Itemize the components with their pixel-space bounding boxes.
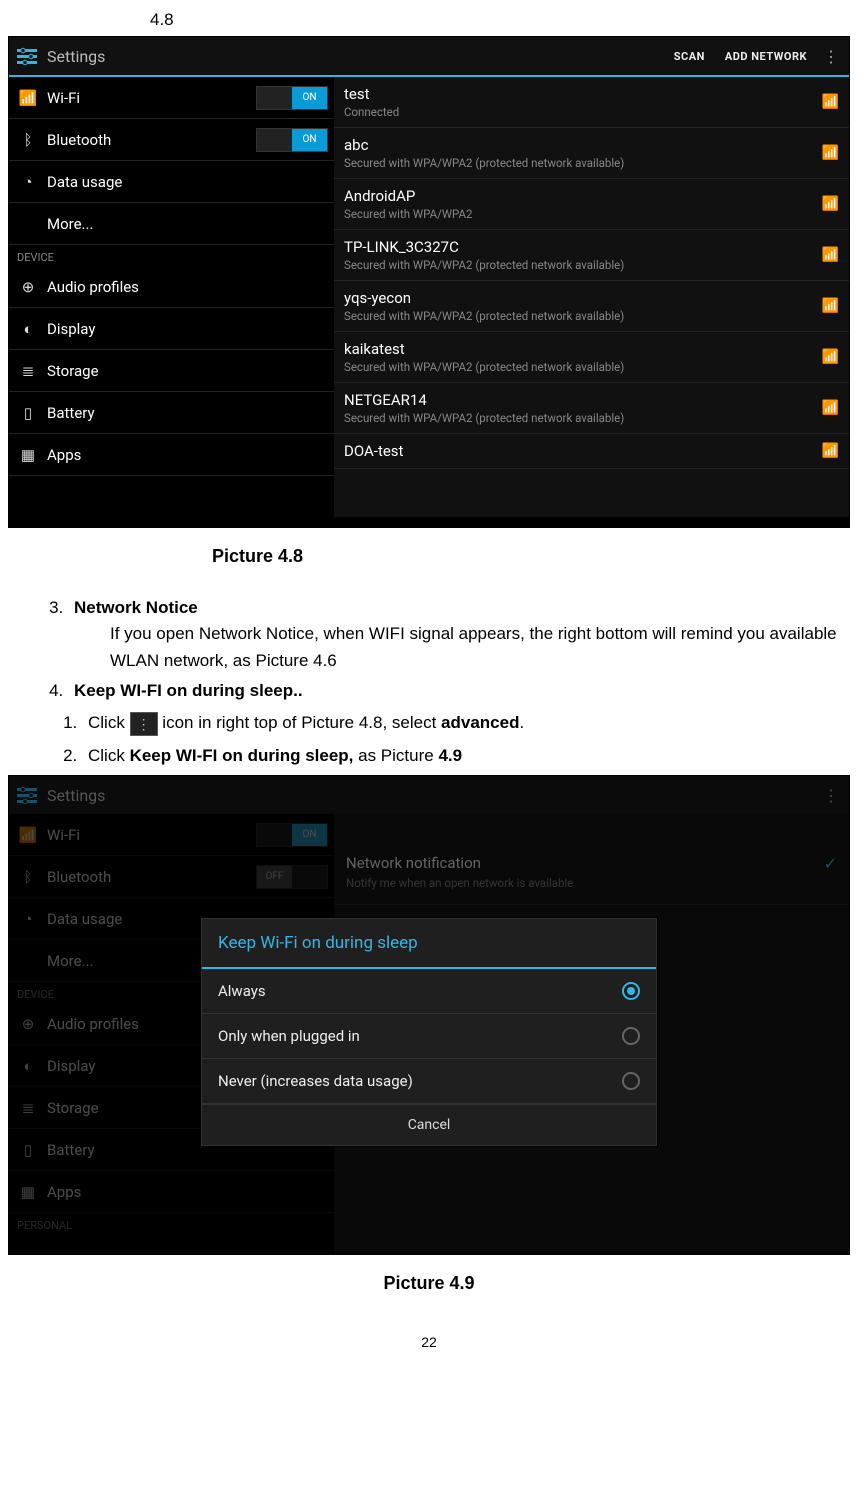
figure1-caption: Picture 4.8 [212, 546, 858, 567]
app-header: Settings SCAN ADD NETWORK ⋮ [9, 37, 849, 77]
network-name: test [344, 85, 822, 103]
wifi-network-item[interactable]: DOA-test📶 [334, 434, 849, 469]
network-name: yqs-yecon [344, 289, 822, 307]
sidebar-item-audio[interactable]: ⊕ Audio profiles [9, 266, 334, 308]
keep-wifi-dialog: Keep Wi-Fi on during sleep Always Only w… [201, 918, 657, 1146]
wifi-network-item[interactable]: test Connected📶 [334, 77, 849, 128]
sidebar-item-display[interactable]: ◐ Display [9, 308, 334, 350]
wifi-network-item[interactable]: AndroidAP Secured with WPA/WPA2📶 [334, 179, 849, 230]
network-name: DOA-test [344, 442, 822, 460]
radio-icon [622, 982, 640, 1000]
wifi-network-item[interactable]: abc Secured with WPA/WPA2 (protected netw… [334, 128, 849, 179]
wifi-network-item[interactable]: NETGEAR14 Secured with WPA/WPA2 (protecte… [334, 383, 849, 434]
settings-sidebar: 📶 Wi-Fi ON ᛒ Bluetooth ON ◔ Data usage M… [9, 77, 334, 517]
section-ref: 4.8 [150, 10, 858, 30]
wifi-signal-icon: 📶 [822, 349, 839, 365]
page-number: 22 [0, 1334, 858, 1350]
bluetooth-icon: ᛒ [15, 131, 41, 149]
network-status: Secured with WPA/WPA2 (protected network… [344, 156, 822, 170]
dialog-title: Keep Wi-Fi on during sleep [202, 919, 656, 969]
network-name: AndroidAP [344, 187, 822, 205]
more-label: More... [41, 215, 334, 233]
data-usage-label: Data usage [41, 173, 334, 191]
sidebar-item-more[interactable]: More... [9, 203, 334, 245]
sub-step-1: Click ⋮ icon in right top of Picture 4.8… [82, 710, 858, 736]
battery-icon: ▯ [15, 404, 41, 422]
radio-icon [622, 1027, 640, 1045]
radio-icon [622, 1072, 640, 1090]
network-status: Secured with WPA/WPA2 (protected network… [344, 411, 822, 425]
network-status: Secured with WPA/WPA2 (protected network… [344, 309, 822, 323]
wifi-signal-icon: 📶 [822, 247, 839, 263]
item3-title: Network Notice [74, 598, 198, 617]
audio-icon: ⊕ [15, 278, 41, 296]
bluetooth-toggle[interactable]: ON [256, 128, 328, 152]
network-status: Connected [344, 105, 822, 119]
wifi-signal-icon: 📶 [822, 94, 839, 110]
storage-icon: ≣ [15, 362, 41, 380]
screenshot-settings-wifi: Settings SCAN ADD NETWORK ⋮ 📶 Wi-Fi ON ᛒ… [8, 36, 850, 528]
wifi-signal-icon: 📶 [822, 443, 839, 459]
storage-label: Storage [41, 362, 334, 380]
option-plugged-in[interactable]: Only when plugged in [202, 1014, 656, 1059]
overflow-inline-icon: ⋮ [130, 712, 158, 736]
bluetooth-label: Bluetooth [41, 131, 256, 149]
sidebar-item-bluetooth[interactable]: ᛒ Bluetooth ON [9, 119, 334, 161]
wifi-signal-icon: 📶 [822, 298, 839, 314]
sidebar-item-battery[interactable]: ▯ Battery [9, 392, 334, 434]
wifi-toggle[interactable]: ON [256, 86, 328, 110]
data-usage-icon: ◔ [15, 173, 41, 191]
option-never[interactable]: Never (increases data usage) [202, 1059, 656, 1104]
cancel-button[interactable]: Cancel [202, 1104, 656, 1145]
section-device: DEVICE [9, 245, 334, 266]
sidebar-item-apps[interactable]: ▦ Apps [9, 434, 334, 476]
overflow-menu-icon[interactable]: ⋮ [817, 47, 849, 66]
list-item-3: Network Notice If you open Network Notic… [68, 595, 858, 674]
wifi-signal-icon: 📶 [822, 196, 839, 212]
wifi-signal-icon: 📶 [822, 145, 839, 161]
wifi-signal-icon: 📶 [822, 400, 839, 416]
display-label: Display [41, 320, 334, 338]
display-icon: ◐ [15, 320, 41, 338]
sidebar-item-data-usage[interactable]: ◔ Data usage [9, 161, 334, 203]
screenshot-keep-wifi-dialog: Settings ⋮ 📶 Wi-Fi ON ᛒ Bluetooth OFF ◔ … [8, 775, 850, 1255]
network-status: Secured with WPA/WPA2 (protected network… [344, 360, 822, 374]
wifi-label: Wi-Fi [41, 89, 256, 107]
list-item-4: Keep WI-FI on during sleep.. [68, 678, 858, 704]
network-name: TP-LINK_3C327C [344, 238, 822, 256]
wifi-network-item[interactable]: TP-LINK_3C327C Secured with WPA/WPA2 (pro… [334, 230, 849, 281]
item3-text: If you open Network Notice, when WIFI si… [74, 621, 858, 674]
wifi-network-item[interactable]: kaikatest Secured with WPA/WPA2 (protecte… [334, 332, 849, 383]
item4-title: Keep WI-FI on during sleep.. [74, 681, 303, 700]
audio-label: Audio profiles [41, 278, 334, 296]
apps-icon: ▦ [15, 446, 41, 464]
network-name: abc [344, 136, 822, 154]
action-add-network[interactable]: ADD NETWORK [715, 50, 817, 63]
wifi-network-item[interactable]: yqs-yecon Secured with WPA/WPA2 (protecte… [334, 281, 849, 332]
network-status: Secured with WPA/WPA2 (protected network… [344, 258, 822, 272]
network-name: kaikatest [344, 340, 822, 358]
sidebar-item-wifi[interactable]: 📶 Wi-Fi ON [9, 77, 334, 119]
option-always[interactable]: Always [202, 969, 656, 1014]
figure2-caption: Picture 4.9 [0, 1273, 858, 1294]
header-title: Settings [47, 47, 664, 66]
sidebar-item-storage[interactable]: ≣ Storage [9, 350, 334, 392]
settings-icon [15, 44, 39, 68]
network-status: Secured with WPA/WPA2 [344, 207, 822, 221]
wifi-network-list: testConnected📶abcSecured with WPA/WPA2 (… [334, 77, 849, 517]
instruction-text: Network Notice If you open Network Notic… [0, 595, 858, 769]
sub-step-2: Click Keep WI-FI on during sleep, as Pic… [82, 743, 858, 769]
apps-label: Apps [41, 446, 334, 464]
network-name: NETGEAR14 [344, 391, 822, 409]
battery-label: Battery [41, 404, 334, 422]
wifi-icon: 📶 [15, 89, 41, 107]
action-scan[interactable]: SCAN [664, 50, 715, 63]
